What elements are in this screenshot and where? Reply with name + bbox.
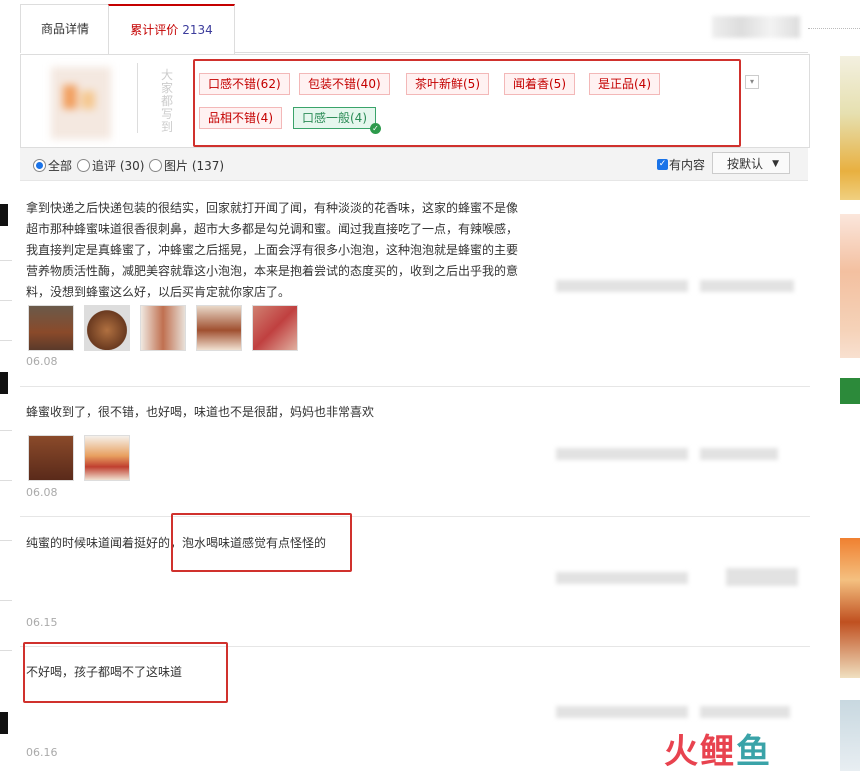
blurred-region <box>712 16 800 38</box>
review-photo[interactable] <box>84 305 130 351</box>
has-content-checkbox[interactable]: ✓ 有内容 <box>657 156 705 173</box>
side-ad-image[interactable] <box>840 56 860 200</box>
side-ad-logo <box>840 378 860 404</box>
edge-divider <box>0 480 12 481</box>
radio-label: 全部 <box>48 159 73 173</box>
review-line: 我直接判定是真蜂蜜了，冲蜂蜜之后摇晃，上面会浮有很多小泡泡，这种泡泡就是蜂蜜的主… <box>26 243 519 257</box>
highlight-box <box>171 513 352 572</box>
tab-label: 商品详情 <box>40 22 89 36</box>
edge-divider <box>0 650 12 651</box>
tab-reviews[interactable]: 累计评价 2134 <box>108 4 235 55</box>
sort-label: 按默认 <box>727 157 764 171</box>
edge-divider <box>0 540 12 541</box>
edge-divider <box>0 600 12 601</box>
tab-product-details[interactable]: 商品详情 <box>20 4 110 53</box>
review-line: 蜂蜜收到了，很不错，也好喝，味道也不是很甜，妈妈也非常喜欢 <box>26 405 375 419</box>
impressions-side-label: 大家都写到 <box>161 68 174 134</box>
blurred-user-info <box>556 572 688 584</box>
side-ad-image[interactable] <box>840 700 860 771</box>
review-filter-bar: 全部 追评 (30) 图片 (137) ✓ 有内容 按默认 ▼ <box>20 148 808 181</box>
watermark-logo: 火鲤鱼 <box>664 732 772 772</box>
blurred-user-info <box>556 280 688 292</box>
review-separator <box>20 386 810 387</box>
blurred-user-info <box>700 448 778 460</box>
review-line: 料，没想到蜂蜜这么好，以后买肯定就你家店了。 <box>26 285 291 299</box>
edge-divider <box>0 300 12 301</box>
review-photo[interactable] <box>84 435 130 481</box>
edge-fragment <box>0 204 8 226</box>
radio-icon <box>77 159 90 172</box>
review-photo[interactable] <box>196 305 242 351</box>
product-thumbnail-blurred <box>51 67 111 139</box>
filter-images-radio[interactable]: 图片 (137) <box>149 157 224 174</box>
blurred-user-info <box>556 706 688 718</box>
radio-label: 图片 (137) <box>164 159 225 173</box>
review-separator <box>20 516 810 517</box>
filter-followup-radio[interactable]: 追评 (30) <box>77 157 144 174</box>
tab-bar: 商品详情 累计评价 2134 <box>20 4 808 55</box>
radio-icon <box>149 159 162 172</box>
review-text: 拿到快递之后快递包装的很结实，回家就打开闻了闻，有种淡淡的花香味，这家的蜂蜜不是… <box>26 198 522 303</box>
review-date: 06.08 <box>26 486 58 499</box>
divider <box>808 28 860 29</box>
review-line: 营养物质活性酶，减肥美容就靠这小泡泡，本来是抱着尝试的态度买的，收到之后出乎我的… <box>26 264 519 278</box>
blurred-user-info <box>556 448 688 460</box>
highlight-box <box>193 59 741 147</box>
review-line: 超市那种蜂蜜味道很香很刺鼻，超市大多都是勾兑调和蜜。闻过我直接吃了一点，有辣喉感… <box>26 222 519 236</box>
side-ad-image[interactable] <box>840 538 860 678</box>
expand-icon[interactable]: ▾ <box>745 75 759 89</box>
checkbox-label: 有内容 <box>669 158 706 172</box>
highlight-box <box>23 642 228 703</box>
edge-divider <box>0 430 12 431</box>
review-date: 06.16 <box>26 746 58 759</box>
sort-select[interactable]: 按默认 ▼ <box>712 152 790 174</box>
review-date: 06.08 <box>26 355 58 368</box>
divider <box>137 63 138 133</box>
review-photo[interactable] <box>28 435 74 481</box>
review-date: 06.15 <box>26 616 58 629</box>
review-photo[interactable] <box>140 305 186 351</box>
review-count: 2134 <box>182 23 213 37</box>
tab-label: 累计评价 <box>130 23 179 37</box>
review-line: 拿到快递之后快递包装的很结实，回家就打开闻了闻，有种淡淡的花香味，这家的蜂蜜不是… <box>26 201 519 215</box>
review-photo[interactable] <box>28 305 74 351</box>
chevron-down-icon: ▼ <box>772 159 779 169</box>
filter-all-radio[interactable]: 全部 <box>33 157 72 174</box>
radio-icon <box>33 159 46 172</box>
edge-fragment <box>0 712 8 734</box>
edge-divider <box>0 340 12 341</box>
edge-divider <box>0 260 12 261</box>
blurred-user-info <box>700 706 790 718</box>
blurred-user-info <box>700 280 794 292</box>
checkbox-icon: ✓ <box>657 159 668 170</box>
review-photo[interactable] <box>252 305 298 351</box>
blurred-user-info <box>726 568 798 586</box>
edge-fragment <box>0 372 8 394</box>
side-ad-image[interactable] <box>840 214 860 358</box>
radio-label: 追评 (30) <box>92 159 145 173</box>
review-text: 蜂蜜收到了，很不错，也好喝，味道也不是很甜，妈妈也非常喜欢 <box>26 402 522 423</box>
